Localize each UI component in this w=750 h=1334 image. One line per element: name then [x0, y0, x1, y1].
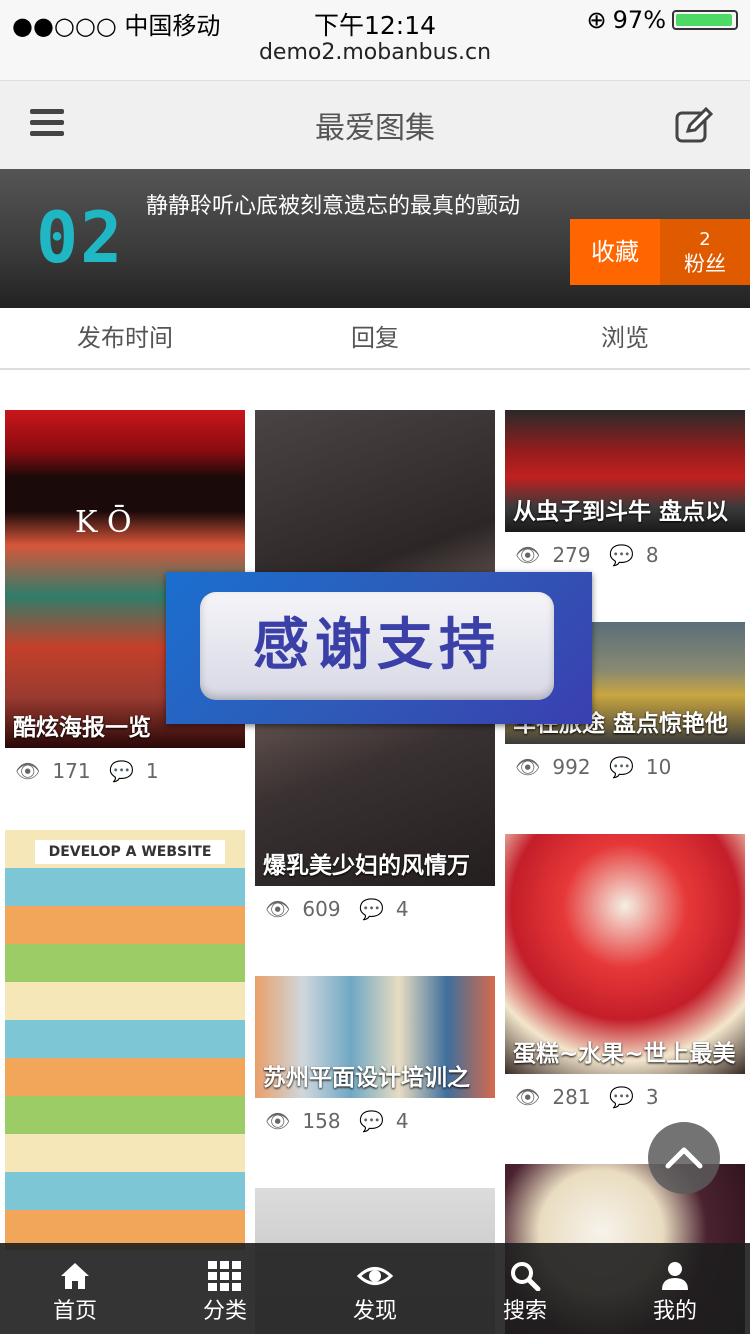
nav-label: 我的 [652, 1299, 697, 1324]
tab-replies[interactable]: 回复 [250, 308, 500, 368]
page-title: 最爱图集 [315, 111, 435, 146]
card-title: 从虫子到斗牛 盘点以 [513, 499, 729, 525]
card-title: 蛋糕~水果~世上最美 [513, 1041, 736, 1067]
bottom-nav: 首页 分类 发现 搜索 我的 [0, 1243, 750, 1334]
eye-icon [357, 1267, 393, 1285]
back-to-top-button[interactable] [648, 1122, 720, 1194]
battery-icon [672, 10, 738, 30]
view-count: 279 [552, 543, 591, 567]
comment-icon: 💬 [358, 1109, 384, 1133]
thanks-text: 感谢支持 [200, 592, 554, 700]
view-count: 158 [302, 1109, 341, 1133]
card-image[interactable]: 蛋糕~水果~世上最美 [505, 834, 745, 1074]
view-count: 281 [552, 1085, 591, 1109]
eye-icon: 👁 [515, 543, 541, 567]
user-icon [662, 1262, 688, 1290]
tab-publish-time[interactable]: 发布时间 [0, 308, 250, 368]
card-stats: 👁 609 💬 4 [255, 886, 495, 932]
comment-count: 1 [145, 759, 159, 783]
image-card[interactable]: 蛋糕~水果~世上最美 👁 281 💬 3 [505, 834, 745, 1120]
view-count: 171 [52, 759, 91, 783]
thanks-popup[interactable]: 感谢支持 [166, 572, 592, 724]
eye-icon: 👁 [265, 897, 291, 921]
search-icon [511, 1262, 541, 1291]
eye-icon: 👁 [515, 755, 541, 779]
nav-label: 发现 [352, 1299, 397, 1324]
card-image[interactable]: DEVELOP A WEBSITE [5, 830, 245, 1250]
tab-views[interactable]: 浏览 [500, 308, 750, 368]
nav-home[interactable]: 首页 [0, 1243, 150, 1334]
edit-icon[interactable] [674, 105, 714, 145]
card-title: 苏州平面设计培训之 [263, 1065, 470, 1091]
battery-area: ⊕ 97% [587, 6, 738, 34]
card-title: 爆乳美少妇的风情万 [263, 853, 470, 879]
card-stats: 👁 992 💬 10 [505, 744, 745, 790]
comment-count: 10 [645, 755, 672, 779]
eye-icon: 👁 [515, 1085, 541, 1109]
nav-category[interactable]: 分类 [150, 1243, 300, 1334]
nav-label: 搜索 [502, 1299, 547, 1324]
favorite-button[interactable]: 收藏 [570, 219, 660, 285]
sort-tabs: 发布时间 回复 浏览 [0, 308, 750, 370]
card-stats: 👁 281 💬 3 [505, 1074, 745, 1120]
comment-icon: 💬 [108, 759, 134, 783]
image-card[interactable]: 苏州平面设计培训之 👁 158 💬 4 [255, 976, 495, 1144]
comment-count: 3 [645, 1085, 659, 1109]
album-description: 静静聆听心底被刻意遗忘的最真的颤动 [146, 194, 521, 219]
card-image[interactable]: 从虫子到斗牛 盘点以 [505, 410, 745, 532]
fans-label: 粉丝 [684, 252, 726, 276]
app-header: 最爱图集 [0, 81, 750, 170]
poster-mark: K Ō [75, 505, 132, 540]
comment-icon: 💬 [608, 755, 634, 779]
nav-label: 首页 [52, 1299, 97, 1324]
chevron-up-icon [665, 1147, 703, 1169]
eye-icon: 👁 [265, 1109, 291, 1133]
comment-icon: 💬 [358, 897, 384, 921]
status-bar: ●●○○○ 中国移动 下午12:14 ⊕ 97% demo2.mobanbus.… [0, 0, 750, 81]
infographic-header: DEVELOP A WEBSITE [35, 840, 225, 864]
comment-count: 8 [645, 543, 659, 567]
home-icon [61, 1263, 89, 1289]
view-count: 609 [302, 897, 341, 921]
card-stats: 👁 171 💬 1 [5, 748, 245, 794]
grid-icon [208, 1261, 241, 1291]
nav-search[interactable]: 搜索 [450, 1243, 600, 1334]
view-count: 992 [552, 755, 591, 779]
url-label[interactable]: demo2.mobanbus.cn [0, 40, 750, 65]
eye-icon: 👁 [15, 759, 41, 783]
nav-label: 分类 [202, 1299, 247, 1324]
image-card[interactable]: 从虫子到斗牛 盘点以 👁 279 💬 8 [505, 410, 745, 578]
card-stats: 👁 158 💬 4 [255, 1098, 495, 1144]
comment-count: 4 [395, 897, 409, 921]
battery-percent: 97% [612, 6, 666, 34]
image-card[interactable]: DEVELOP A WEBSITE [5, 830, 245, 1250]
nav-discover[interactable]: 发现 [300, 1243, 450, 1334]
fans-count-box[interactable]: 2 粉丝 [660, 219, 750, 285]
comment-icon: 💬 [608, 1085, 634, 1109]
album-logo: 02 [36, 197, 125, 279]
comment-count: 4 [395, 1109, 409, 1133]
card-image[interactable]: 苏州平面设计培训之 [255, 976, 495, 1098]
lock-rotation-icon: ⊕ [586, 6, 607, 34]
profile-banner: 02 静静聆听心底被刻意遗忘的最真的颤动 收藏 2 粉丝 [0, 169, 750, 308]
nav-mine[interactable]: 我的 [600, 1243, 750, 1334]
fans-count: 2 [699, 229, 711, 250]
comment-icon: 💬 [608, 543, 634, 567]
